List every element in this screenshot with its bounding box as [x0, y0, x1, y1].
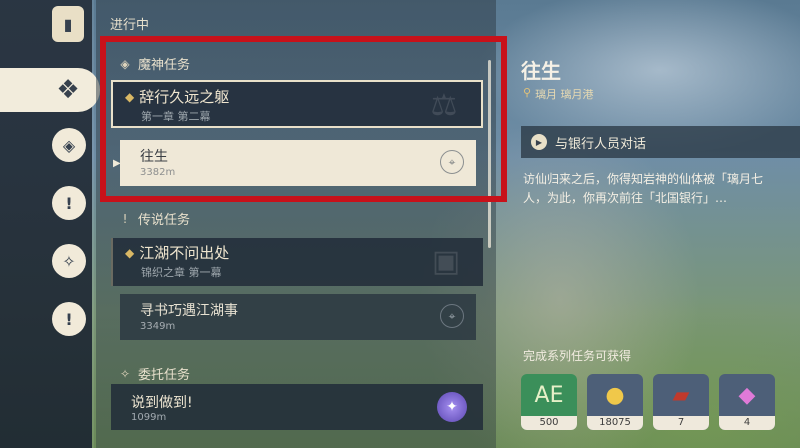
commission-section-header: ✧ 委托任务	[118, 364, 191, 384]
commission-section-label: 委托任务	[138, 368, 191, 383]
adventure-exp-icon: AE	[534, 382, 564, 408]
rail-tab-all-quests[interactable]: ❖	[0, 68, 100, 112]
legend-section-header: ! 传说任务	[118, 209, 191, 229]
commission-badge-icon: ✦	[437, 392, 467, 422]
all-quests-icon: ❖	[56, 75, 80, 105]
in-progress-label: 进行中	[110, 18, 150, 33]
commission-name: 说到做到!	[131, 395, 193, 411]
quest-book-icon[interactable]: ▮	[52, 6, 84, 42]
commission-distance: 1099m	[131, 412, 167, 423]
play-arrow-icon: ▶	[531, 134, 547, 150]
legend-step-name: 寻书巧遇江湖事	[140, 303, 238, 319]
detail-location: ⚲ 璃月 璃月港	[523, 86, 594, 102]
legend-step-item[interactable]: 寻书巧遇江湖事 3349m ⌖	[120, 294, 476, 340]
reward-count: 7	[653, 416, 709, 430]
detail-location-text: 璃月 璃月港	[535, 88, 594, 101]
legend-quest-tab-icon[interactable]: !	[52, 186, 86, 220]
legend-section-label: 传说任务	[138, 213, 191, 228]
rewards-heading: 完成系列任务可获得	[523, 349, 632, 363]
book-emblem-icon: ▣	[431, 244, 461, 279]
legend-quest-card[interactable]: ◆ 江湖不问出处 锦织之章 第一幕 ▣	[111, 238, 483, 286]
reward-mora[interactable]: ● 18075	[587, 374, 643, 430]
track-pin-icon[interactable]: ⌖	[440, 304, 464, 328]
commission-card[interactable]: 说到做到! 1099m ✦	[111, 384, 483, 430]
highlight-box	[100, 36, 507, 202]
quest-marker-icon: ◆	[125, 245, 135, 260]
legend-quest-title-row: ◆ 江湖不问出处	[125, 242, 229, 263]
legend-step-distance: 3349m	[140, 321, 176, 332]
objective-text: 与银行人员对话	[555, 136, 647, 152]
reward-crystal[interactable]: ◆ 4	[719, 374, 775, 430]
reward-adventure-exp[interactable]: AE 500	[521, 374, 577, 430]
rail-divider	[92, 0, 94, 448]
crystal-icon: ◆	[738, 382, 756, 408]
detail-title: 往生	[521, 59, 561, 83]
book-icon: ▰	[672, 382, 690, 408]
objective-bar[interactable]: ▶ 与银行人员对话	[521, 126, 800, 158]
reward-count: 18075	[587, 416, 643, 430]
legend-quest-chapter: 锦织之章 第一幕	[141, 266, 222, 279]
location-pin-icon: ⚲	[523, 86, 532, 99]
legend-quest-title: 江湖不问出处	[139, 244, 230, 262]
world-quest-tab-icon[interactable]: ✧	[52, 244, 86, 278]
commission-icon: ✧	[119, 366, 131, 381]
reward-count: 500	[521, 416, 577, 430]
commission-tab-icon[interactable]: !	[52, 302, 86, 336]
reward-count: 4	[719, 416, 775, 430]
mora-coin-icon: ●	[605, 382, 625, 408]
quest-description: 访仙归来之后，你得知岩神的仙体被「璃月七 人，为此，你再次前往「北国银行」…	[523, 172, 764, 205]
archon-quest-tab-icon[interactable]: ◈	[52, 128, 86, 162]
in-progress-heading: 进行中	[110, 14, 149, 33]
legend-icon: !	[122, 211, 128, 226]
reward-book[interactable]: ▰ 7	[653, 374, 709, 430]
